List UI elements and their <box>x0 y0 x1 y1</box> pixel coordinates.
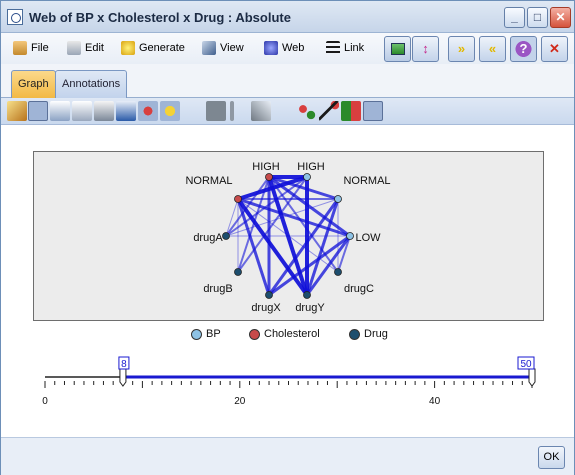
menu-bar: File Edit Generate View Web Link ↕ » « ?… <box>1 33 574 64</box>
tab-annotations[interactable]: Annotations <box>55 70 128 98</box>
menu-view-label: View <box>220 42 244 54</box>
file-icon <box>13 41 27 55</box>
back-button[interactable]: « <box>479 36 506 62</box>
web-node-drugB[interactable] <box>234 268 242 276</box>
window: Web of BP x Cholesterol x Drug : Absolut… <box>0 0 575 475</box>
menu-view[interactable]: View <box>202 41 244 55</box>
tab-bar: Graph Annotations <box>1 64 574 98</box>
menu-link-label: Link <box>344 42 365 54</box>
web-graph-panel[interactable]: HIGH NORMAL LOW HIGH NORMAL drugA drugB drugC dr… <box>33 151 544 321</box>
web-node-label-drugA: drugA <box>193 232 223 244</box>
web-node-label-bp_high: HIGH <box>297 161 325 173</box>
web-node-chol_normal[interactable] <box>234 195 242 203</box>
web-node-bp_low[interactable] <box>346 232 354 240</box>
slider-min-handle[interactable] <box>119 368 127 387</box>
legend-drug-dot <box>349 328 360 340</box>
window-title: Web of BP x Cholesterol x Drug : Absolut… <box>29 10 291 25</box>
menu-web[interactable]: Web <box>264 41 304 55</box>
legend-bp-dot <box>191 328 202 340</box>
edit-icon <box>67 41 81 55</box>
magic-wand-icon[interactable] <box>251 101 271 121</box>
footer: OK <box>1 437 574 475</box>
legend-cholesterol-dot <box>249 328 260 340</box>
select-pointer-icon[interactable] <box>28 101 48 121</box>
slider-scale-label: 20 <box>234 396 246 407</box>
highlight-icon[interactable] <box>160 101 180 121</box>
link-icon <box>326 41 340 55</box>
web-node-drugC[interactable] <box>334 268 342 276</box>
web-link[interactable] <box>236 198 271 296</box>
web-icon <box>264 41 278 55</box>
web-node-label-bp_low: LOW <box>355 232 381 244</box>
web-node-label-drugY: drugY <box>295 302 325 314</box>
legend-item-bp: BP <box>191 328 221 340</box>
web-node-label-drugX: drugX <box>251 302 281 314</box>
table-icon <box>390 43 405 55</box>
region-select-icon[interactable] <box>138 101 158 121</box>
menu-file-label: File <box>31 42 49 54</box>
separator-icon <box>230 101 234 121</box>
paintbrush-icon[interactable] <box>7 101 27 121</box>
maximize-button[interactable]: □ <box>527 7 548 28</box>
legend-bp-label: BP <box>206 328 221 340</box>
web-node-bp_high[interactable] <box>303 173 311 181</box>
web-node-drugX[interactable] <box>265 291 273 299</box>
table-toggle-button[interactable] <box>384 36 411 62</box>
web-node-label-bp_normal: NORMAL <box>343 175 390 187</box>
app-icon <box>7 9 23 25</box>
legend-item-cholesterol: Cholesterol <box>249 328 320 340</box>
web-node-chol_high[interactable] <box>265 173 273 181</box>
menu-edit[interactable]: Edit <box>67 41 104 55</box>
node-layout-icon[interactable] <box>297 101 317 121</box>
menu-edit-label: Edit <box>85 42 104 54</box>
copy-icon[interactable] <box>72 101 92 121</box>
web-node-bp_normal[interactable] <box>334 195 342 203</box>
view-icon <box>202 41 216 55</box>
generate-icon <box>121 41 135 55</box>
slider-min-label: 8 <box>121 359 127 370</box>
slider-max-label: 50 <box>520 359 532 370</box>
color-scheme-icon[interactable] <box>341 101 361 121</box>
tab-graph[interactable]: Graph <box>11 70 56 98</box>
close-window-button[interactable]: ✕ <box>550 7 571 28</box>
title-bar[interactable]: Web of BP x Cholesterol x Drug : Absolut… <box>1 1 574 33</box>
close-output-button[interactable]: ✕ <box>541 36 568 62</box>
web-graph-svg: HIGH NORMAL LOW HIGH NORMAL drugA drugB drugC dr… <box>185 161 390 314</box>
network-layout-icon[interactable] <box>363 101 383 121</box>
forward-button[interactable]: » <box>448 36 475 62</box>
slider-max-handle[interactable] <box>528 368 536 387</box>
legend-cholesterol-label: Cholesterol <box>264 328 320 340</box>
legend-item-drug: Drug <box>349 328 388 340</box>
slider-scale-label: 0 <box>42 396 48 407</box>
explore-icon: ↕ <box>422 41 429 56</box>
menu-generate[interactable]: Generate <box>121 41 185 55</box>
menu-web-label: Web <box>282 42 305 54</box>
print-icon[interactable] <box>94 101 114 121</box>
graph-toolbar <box>1 98 574 125</box>
axis-icon[interactable] <box>116 101 136 121</box>
slider-svg[interactable]: 8 50 0 20 40 <box>1 351 574 431</box>
web-node-drugY[interactable] <box>303 291 311 299</box>
stop-icon[interactable] <box>206 101 226 121</box>
link-layout-icon[interactable] <box>319 101 339 121</box>
menu-link[interactable]: Link <box>326 41 364 55</box>
ok-button[interactable]: OK <box>538 446 565 469</box>
web-node-label-drugC: drugC <box>344 283 374 295</box>
chart-options-icon[interactable] <box>50 101 70 121</box>
web-node-label-chol_normal: NORMAL <box>185 175 232 187</box>
link-threshold-slider[interactable]: 8 50 0 20 40 <box>1 351 574 431</box>
slider-scale-label: 40 <box>429 396 441 407</box>
menu-generate-label: Generate <box>139 42 185 54</box>
help-button[interactable]: ? <box>510 36 537 62</box>
menu-file[interactable]: File <box>13 41 49 55</box>
minimize-button[interactable]: _ <box>504 7 525 28</box>
explore-button[interactable]: ↕ <box>412 36 439 62</box>
legend-drug-label: Drug <box>364 328 388 340</box>
web-node-label-drugB: drugB <box>203 283 232 295</box>
web-node-drugA[interactable] <box>222 232 230 240</box>
web-node-label-chol_high: HIGH <box>252 161 280 173</box>
